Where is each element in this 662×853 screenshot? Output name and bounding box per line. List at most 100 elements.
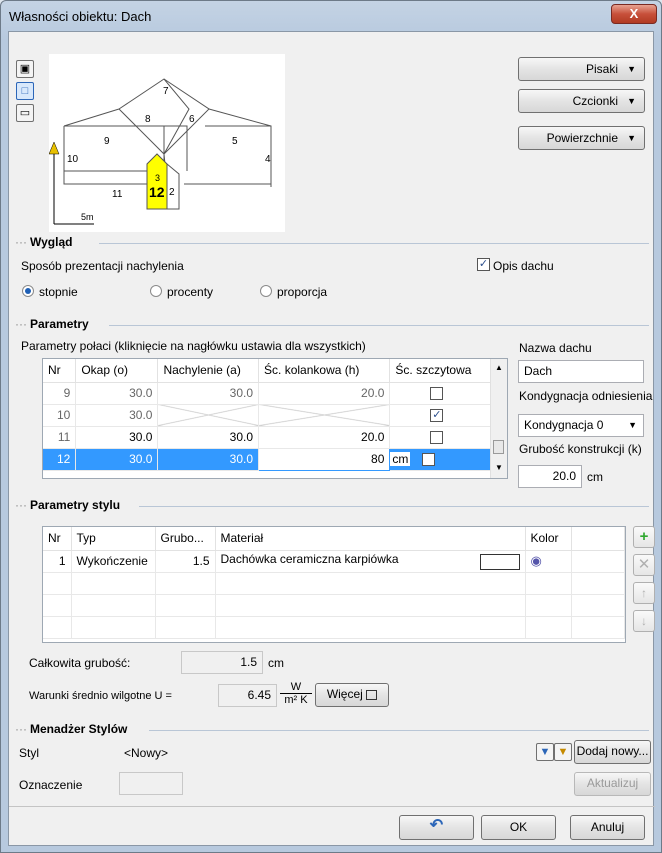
cell-type[interactable]: Wykończenie (71, 550, 156, 573)
table-row[interactable]: 9 30.0 30.0 20.0 (43, 382, 491, 405)
face-label-9: 9 (104, 136, 110, 147)
table-row[interactable]: 1 Wykończenie 1.5 Dachówka ceramiczna ka… (43, 550, 625, 573)
style-params-title: Parametry stylu (30, 498, 121, 512)
cell-eave[interactable]: 30.0 (75, 448, 159, 471)
parameters-title: Parametry (30, 317, 89, 331)
face-label-10: 10 (67, 154, 79, 165)
cell-nr: 10 (43, 404, 77, 427)
radio-proportion[interactable] (260, 285, 272, 297)
gable-checkbox[interactable] (430, 386, 444, 400)
add-new-button[interactable]: Dodaj nowy... (574, 740, 651, 764)
column-header-gable[interactable]: Śc. szczytowa (389, 359, 491, 383)
appearance-section-header: ··· Wygląd (15, 235, 73, 249)
thickness-input[interactable]: 20.0 (518, 465, 582, 488)
ok-button[interactable]: OK (481, 815, 556, 840)
camera-icon[interactable]: ▣ (16, 60, 34, 78)
column-header-nr[interactable]: Nr (43, 359, 77, 383)
cell-knee-wall[interactable]: 20.0 (258, 426, 391, 449)
u-value-field: 6.45 (218, 684, 277, 707)
cell-nr: 11 (43, 426, 77, 449)
cell-gable[interactable]: ✓ (389, 404, 491, 427)
cell-gable[interactable] (389, 382, 491, 405)
u-unit-bottom: m² K (280, 693, 312, 706)
mark-input[interactable] (119, 772, 183, 795)
radio-percent[interactable] (150, 285, 162, 297)
cell-thickness[interactable]: 1.5 (155, 550, 216, 573)
scroll-up-icon[interactable]: ▲ (495, 363, 503, 372)
thickness-unit: cm (587, 470, 603, 484)
undo-icon[interactable]: ↶ (399, 815, 474, 840)
gable-checkbox-checked[interactable]: ✓ (430, 408, 444, 422)
cell-empty (571, 550, 625, 573)
style-label: Styl (19, 746, 40, 760)
cell-slope[interactable]: 30.0 (157, 448, 260, 471)
close-button[interactable]: X (611, 4, 657, 24)
fonts-label: Czcionki (572, 94, 618, 108)
style-save-icon[interactable]: ▼ (554, 743, 572, 761)
table-row-selected[interactable]: 12 30.0 30.0 80 cm (43, 447, 491, 471)
column-header-eave[interactable]: Okap (o) (75, 359, 159, 383)
gable-checkbox[interactable] (422, 453, 436, 467)
cell-knee-wall[interactable]: 20.0 (258, 382, 391, 405)
pens-dropdown-button[interactable]: Pisaki ▼ (518, 57, 645, 81)
delete-layer-icon[interactable]: ✕ (633, 554, 655, 576)
divider (149, 730, 649, 731)
knee-wall-edit-input[interactable]: 80 (258, 447, 391, 471)
thickness-label: Grubość konstrukcji (k) (519, 442, 642, 456)
cell-slope[interactable]: 30.0 (157, 426, 260, 449)
plan-view-icon[interactable]: □ (16, 82, 34, 100)
table-row[interactable]: 11 30.0 30.0 20.0 (43, 426, 491, 449)
divider (99, 243, 649, 244)
cell-slope[interactable]: 30.0 (157, 382, 260, 405)
style-down-icon[interactable]: ▼ (536, 743, 554, 761)
table-row-empty (43, 572, 625, 595)
gable-checkbox[interactable] (430, 430, 444, 444)
scroll-thumb[interactable] (493, 440, 504, 454)
column-header-material: Materiał (215, 527, 526, 551)
cell-slope-disabled (157, 404, 260, 427)
u-unit-top: W (290, 681, 302, 693)
cell-eave[interactable]: 30.0 (75, 404, 159, 427)
fonts-dropdown-button[interactable]: Czcionki ▼ (518, 89, 645, 113)
more-button[interactable]: Więcej (315, 683, 389, 707)
face-label-11: 11 (112, 189, 123, 200)
radio-degrees[interactable] (22, 285, 34, 297)
cancel-button[interactable]: Anuluj (570, 815, 645, 840)
scroll-down-icon[interactable]: ▼ (495, 463, 503, 472)
ref-floor-select[interactable]: Kondygnacja 0 ▼ (518, 414, 644, 437)
move-down-icon[interactable]: ↓ (633, 610, 655, 632)
cell-eave[interactable]: 30.0 (75, 382, 159, 405)
color-palette-icon[interactable]: ◉ (531, 553, 542, 568)
column-header-type: Typ (71, 527, 156, 551)
style-manager-title: Menadżer Stylów (30, 722, 128, 736)
roof-desc-checkbox[interactable]: ✓ (477, 258, 490, 271)
table-header-row: Nr Typ Grubo... Materiał Kolor (43, 527, 625, 551)
cell-gable[interactable] (389, 426, 491, 449)
column-header-nr: Nr (43, 527, 72, 551)
material-swatch[interactable] (479, 554, 520, 570)
total-thickness-unit: cm (268, 656, 284, 670)
style-value[interactable]: <Nowy> (124, 746, 168, 760)
face-label-2: 2 (169, 187, 175, 198)
move-up-icon[interactable]: ↑ (633, 582, 655, 604)
column-header-knee-wall[interactable]: Śc. kolankowa (h) (258, 359, 391, 383)
ref-floor-label: Kondygnacja odniesienia (519, 389, 653, 403)
cell-eave[interactable]: 30.0 (75, 426, 159, 449)
chevron-down-icon: ▼ (627, 133, 636, 143)
surfaces-dropdown-button[interactable]: Powierzchnie ▼ (518, 126, 645, 150)
material-name: Dachówka ceramiczna karpiówka (220, 552, 399, 566)
column-header-slope[interactable]: Nachylenie (a) (157, 359, 260, 383)
window-title: Własności obiektu: Dach (9, 9, 151, 24)
cell-gable[interactable]: cm (389, 448, 491, 471)
cell-material[interactable]: Dachówka ceramiczna karpiówka (215, 550, 526, 573)
faces-table-body: Nr Okap (o) Nachylenie (a) Śc. kolankowa… (43, 359, 491, 471)
vertical-scrollbar[interactable]: ▲ ▼ (490, 359, 507, 478)
table-row[interactable]: 10 30.0 ✓ (43, 404, 491, 427)
add-layer-icon[interactable]: + (633, 526, 655, 548)
cell-nr: 12 (43, 448, 77, 471)
roof-name-input[interactable]: Dach (518, 360, 644, 383)
3d-view-icon[interactable]: ▭ (16, 104, 34, 122)
parameters-section-header: ··· Parametry (15, 317, 89, 331)
column-header-thickness: Grubo... (155, 527, 216, 551)
cell-color[interactable]: ◉ (525, 550, 572, 573)
